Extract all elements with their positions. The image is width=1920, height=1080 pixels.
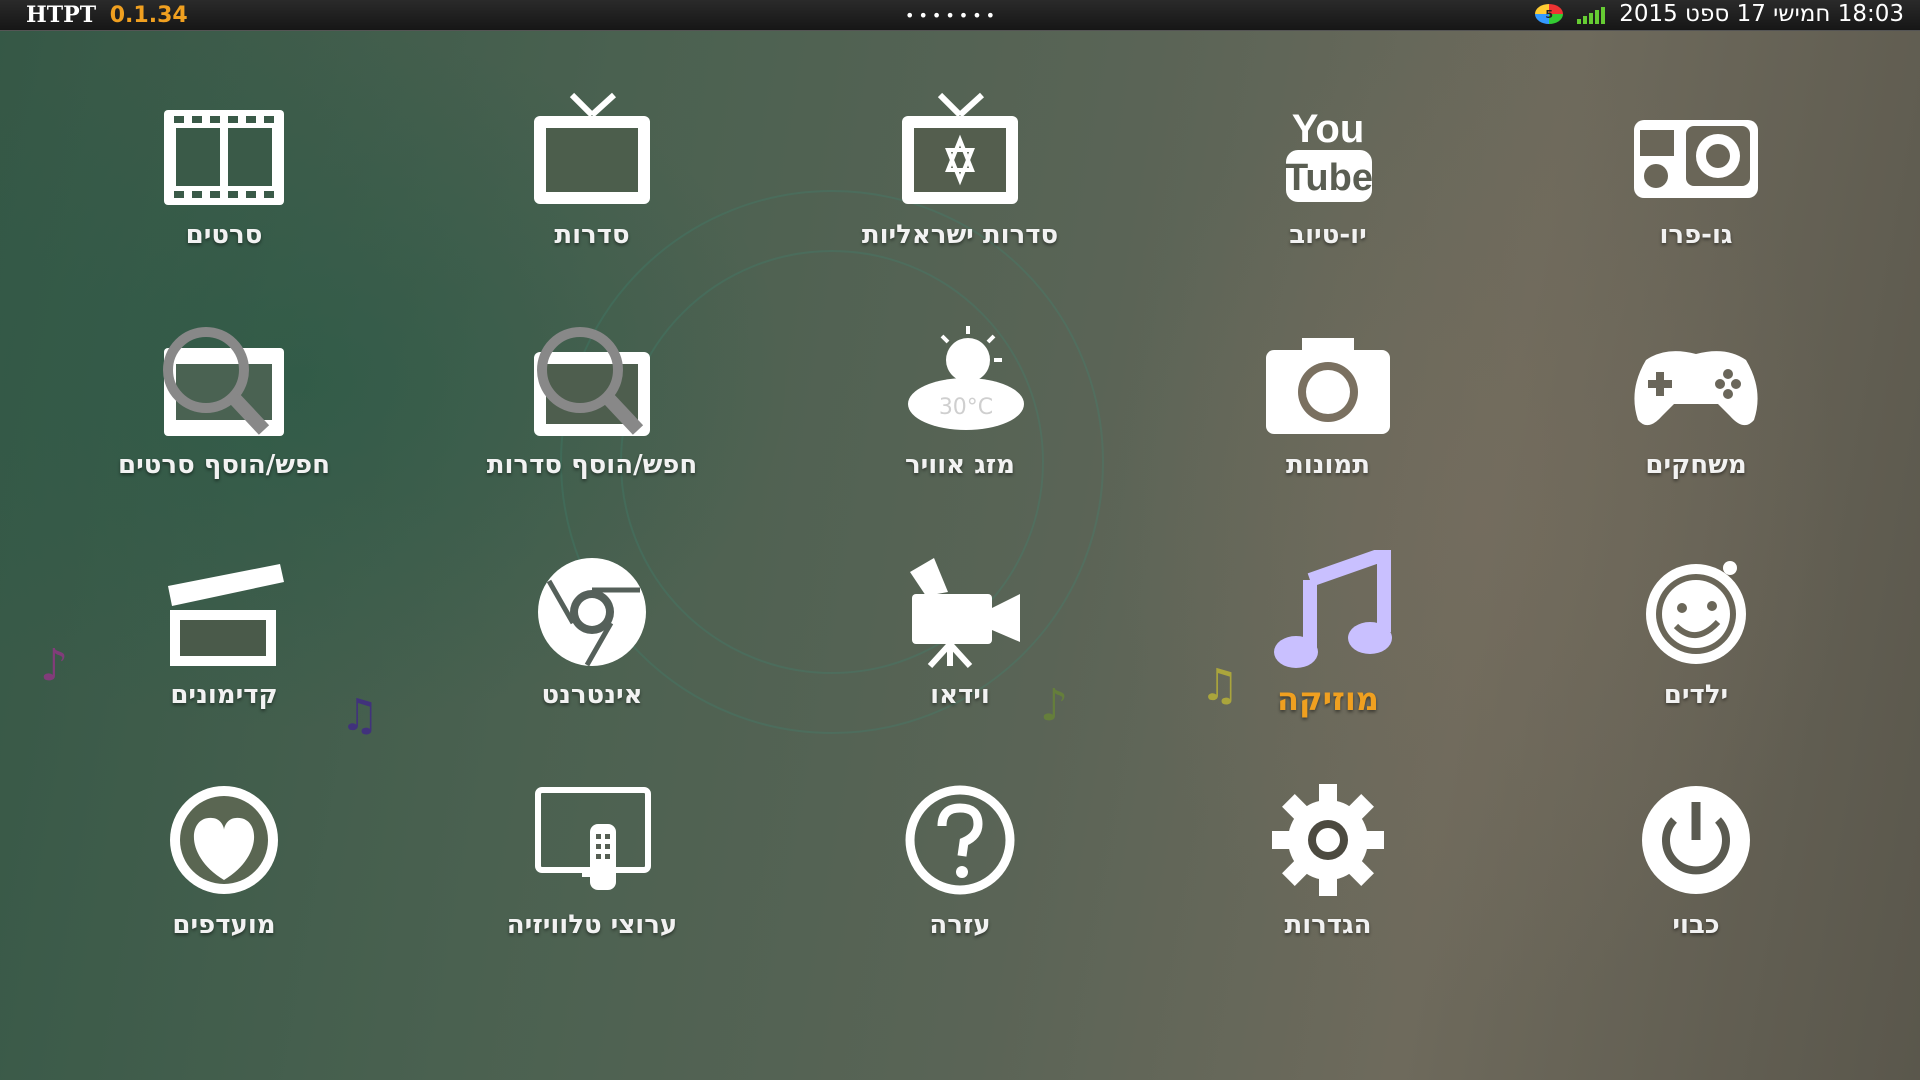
tile-label: סדרות (554, 220, 630, 250)
tile-internet[interactable]: אינטרנט (422, 550, 762, 750)
tv-icon (534, 92, 650, 204)
weather-icon: 30°C (908, 326, 1024, 430)
gear-icon (1272, 784, 1384, 896)
gopro-icon (1634, 120, 1758, 198)
tile-help[interactable]: עזרה (790, 780, 1130, 980)
help-icon (905, 785, 1015, 895)
tile-label: מועדפים (172, 910, 276, 940)
tile-label: מוזיקה (1277, 680, 1379, 718)
weather-temp: 30°C (939, 395, 993, 420)
tile-weather[interactable]: 30°C מזג אוויר (790, 320, 1130, 520)
tile-movies[interactable]: סרטים (54, 90, 394, 290)
tile-settings[interactable]: הגדרות (1158, 780, 1498, 980)
tile-label: סדרות ישראליות (861, 220, 1059, 250)
page-indicator-dots[interactable]: ••••••• (905, 6, 999, 25)
tile-video[interactable]: וידאו (790, 550, 1130, 750)
tile-gopro[interactable]: גו-פרו (1526, 90, 1866, 290)
tile-label: יו-טיוב (1289, 220, 1367, 250)
tile-games[interactable]: משחקים (1526, 320, 1866, 520)
tile-label: אינטרנט (541, 680, 643, 710)
tile-label: חפש/הוסף סרטים (118, 450, 330, 480)
tile-kids[interactable]: ילדים (1526, 550, 1866, 750)
kids-face-icon (1646, 561, 1746, 664)
tile-power-off[interactable]: כבוי (1526, 780, 1866, 980)
svg-text:Tube: Tube (1285, 157, 1373, 199)
gamepad-icon (1634, 351, 1758, 426)
tv-remote-icon (535, 787, 651, 890)
svg-text:You: You (1292, 107, 1365, 151)
tile-label: תמונות (1286, 450, 1370, 480)
clapperboard-icon (168, 564, 284, 666)
tile-label: מזג אוויר (905, 450, 1015, 480)
tile-favorites[interactable]: מועדפים (54, 780, 394, 980)
tile-label: עזרה (929, 910, 991, 940)
tile-label: הגדרות (1284, 910, 1372, 940)
tile-label: ילדים (1663, 680, 1729, 710)
youtube-icon: You Tube (1285, 107, 1373, 202)
israeli-tv-icon (902, 92, 1018, 204)
heart-icon (170, 786, 278, 894)
app-brand: HTPT 0.1.34 (26, 2, 188, 28)
video-camera-icon (910, 558, 1020, 669)
camera-icon (1266, 338, 1390, 434)
app-version: 0.1.34 (109, 3, 188, 28)
power-icon (1642, 786, 1750, 894)
tile-label: משחקים (1645, 450, 1747, 480)
tile-israeli-series[interactable]: סדרות ישראליות (790, 90, 1130, 290)
tile-label: ערוצי טלוויזיה (506, 910, 678, 940)
signal-strength-icon (1577, 4, 1606, 24)
tile-label: גו-פרו (1659, 220, 1733, 250)
main-menu-grid: סרטים סדרות סדרות ישראליות You Tube יו-טי… (0, 30, 1920, 1080)
date-time: 18:03 חמישי 17 ספט 2015 (1619, 1, 1904, 27)
tile-tv-channels[interactable]: ערוצי טלוויזיה (422, 780, 762, 980)
tile-label: קדימונים (170, 680, 278, 710)
search-tv-icon (534, 327, 650, 436)
tile-label: כבוי (1672, 910, 1720, 940)
tile-trailers[interactable]: קדימונים (54, 550, 394, 750)
tile-youtube[interactable]: You Tube יו-טיוב (1158, 90, 1498, 290)
tile-music[interactable]: מוזיקה (1158, 550, 1498, 750)
music-note-icon (1274, 550, 1392, 668)
channel-5-icon: 5 (1535, 4, 1564, 24)
search-film-icon (163, 327, 284, 436)
app-logo: HTPT (26, 2, 97, 28)
tile-photos[interactable]: תמונות (1158, 320, 1498, 520)
film-icon (164, 110, 284, 205)
tile-label: חפש/הוסף סדרות (486, 450, 698, 480)
tile-series[interactable]: סדרות (422, 90, 762, 290)
tile-label: סרטים (185, 220, 263, 250)
top-status-bar: HTPT 0.1.34 ••••••• 5 18:03 חמישי 17 ספט… (0, 0, 1920, 31)
tile-label: וידאו (930, 680, 990, 710)
tile-search-series[interactable]: חפש/הוסף סדרות (422, 320, 762, 520)
status-area: 5 18:03 חמישי 17 ספט 2015 (1535, 1, 1904, 27)
browser-icon (538, 558, 646, 667)
tile-search-movies[interactable]: חפש/הוסף סרטים (54, 320, 394, 520)
